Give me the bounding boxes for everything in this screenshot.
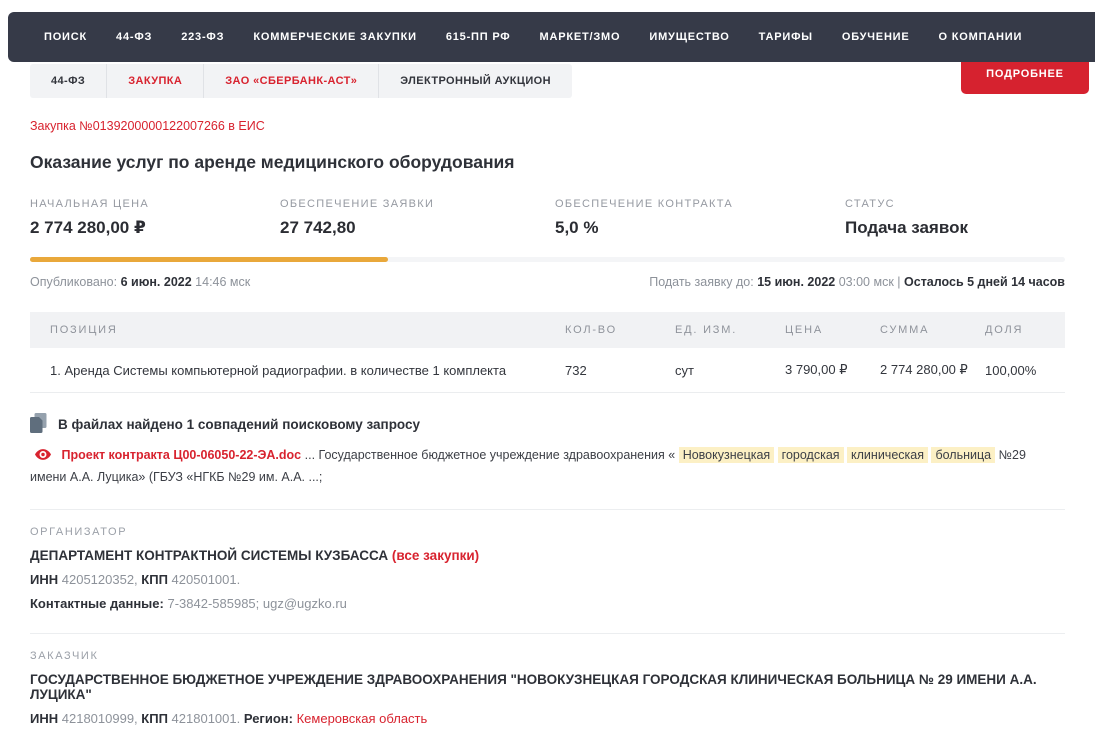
file-match-line: Проект контракта Ц00-06050-22-ЭА.doc ...…	[30, 445, 1065, 487]
stat-contract-security: ОБЕСПЕЧЕНИЕ КОНТРАКТА 5,0 %	[555, 198, 845, 238]
cell-unit: сут	[675, 348, 785, 393]
status-badge: Подача заявок	[845, 218, 1065, 238]
column-header-price: ЦЕНА	[785, 312, 880, 348]
cell-price: 3 790,00 ₽	[785, 348, 880, 393]
column-header-unit: ЕД. ИЗМ.	[675, 312, 785, 348]
organizer-section: ОРГАНИЗАТОР ДЕПАРТАМЕНТ КОНТРАКТНОЙ СИСТ…	[30, 526, 1065, 611]
stat-status: СТАТУС Подача заявок	[845, 198, 1065, 238]
highlighted-word: клиническая	[847, 447, 928, 463]
organizer-contacts: Контактные данные: 7-3842-585985; ugz@ug…	[30, 596, 1065, 611]
column-header-quantity: КОЛ-ВО	[565, 312, 675, 348]
nav-item-tariffs[interactable]: ТАРИФЫ	[759, 31, 813, 43]
cell-share: 100,00%	[985, 348, 1065, 393]
cell-sum: 2 774 280,00 ₽	[880, 348, 985, 393]
tag-44fz[interactable]: 44-ФЗ	[30, 64, 106, 98]
tag-platform-sberbank-ast[interactable]: ЗАО «СБЕРБАНК-АСТ»	[203, 64, 378, 98]
purchase-eis-link[interactable]: Закупка №0139200000122007266 в ЕИС	[30, 119, 265, 133]
customer-name: ГОСУДАРСТВЕННОЕ БЮДЖЕТНОЕ УЧРЕЖДЕНИЕ ЗДР…	[30, 672, 1065, 702]
published-info: Опубликовано: 6 июн. 2022 14:46 мск	[30, 275, 250, 289]
files-match-text: В файлах найдено 1 совпадений поисковому…	[58, 417, 420, 432]
region-link[interactable]: Кемеровская область	[297, 711, 428, 726]
positions-table: ПОЗИЦИЯ КОЛ-ВО ЕД. ИЗМ. ЦЕНА СУММА ДОЛЯ …	[30, 312, 1065, 393]
highlighted-word: больница	[931, 447, 995, 463]
column-header-share: ДОЛЯ	[985, 312, 1065, 348]
customer-section-label: ЗАКАЗЧИК	[30, 650, 1065, 662]
dates-row: Опубликовано: 6 июн. 2022 14:46 мск Пода…	[30, 275, 1065, 289]
highlighted-word: городская	[778, 447, 844, 463]
stats-row: НАЧАЛЬНАЯ ЦЕНА 2 774 280,00 ₽ ОБЕСПЕЧЕНИ…	[30, 198, 1065, 238]
copy-pages-icon	[30, 413, 47, 436]
column-header-position: ПОЗИЦИЯ	[30, 312, 565, 348]
stat-label: СТАТУС	[845, 198, 1065, 210]
nav-item-market-zmo[interactable]: МАРКЕТ/ЗМО	[540, 31, 621, 43]
nav-item-search[interactable]: ПОИСК	[44, 31, 87, 43]
cell-position: 1. Аренда Системы компьютерной радиограф…	[30, 348, 565, 393]
stat-value: 27 742,80	[280, 218, 555, 238]
tags-bar: 44-ФЗ ЗАКУПКА ЗАО «СБЕРБАНК-АСТ» ЭЛЕКТРО…	[30, 64, 572, 98]
highlighted-word: Новокузнецкая	[679, 447, 775, 463]
column-header-sum: СУММА	[880, 312, 985, 348]
customer-inn-kpp-region: ИНН 4218010999, КПП 421801001. Регион: К…	[30, 711, 1065, 726]
table-header-row: ПОЗИЦИЯ КОЛ-ВО ЕД. ИЗМ. ЦЕНА СУММА ДОЛЯ	[30, 312, 1065, 348]
page: ПОИСК 44-ФЗ 223-ФЗ КОММЕРЧЕСКИЕ ЗАКУПКИ …	[0, 0, 1095, 736]
organizer-name: ДЕПАРТАМЕНТ КОНТРАКТНОЙ СИСТЕМЫ КУЗБАССА…	[30, 548, 1065, 563]
section-divider	[30, 633, 1065, 634]
nav-item-commercial[interactable]: КОММЕРЧЕСКИЕ ЗАКУПКИ	[253, 31, 417, 43]
stat-value: 5,0 %	[555, 218, 845, 238]
progress-bar	[30, 257, 1065, 262]
progress-fill	[30, 257, 388, 262]
stat-initial-price: НАЧАЛЬНАЯ ЦЕНА 2 774 280,00 ₽	[30, 198, 280, 238]
nav-item-about[interactable]: О КОМПАНИИ	[939, 31, 1023, 43]
organizer-section-label: ОРГАНИЗАТОР	[30, 526, 1065, 538]
top-navigation: ПОИСК 44-ФЗ 223-ФЗ КОММЕРЧЕСКИЕ ЗАКУПКИ …	[8, 12, 1095, 62]
files-match-header: В файлах найдено 1 совпадений поисковому…	[30, 413, 1065, 436]
stat-bid-security: ОБЕСПЕЧЕНИЕ ЗАЯВКИ 27 742,80	[280, 198, 555, 238]
tag-electronic-auction[interactable]: ЭЛЕКТРОННЫЙ АУКЦИОН	[378, 64, 572, 98]
deadline-info: Подать заявку до: 15 июн. 2022 03:00 мск…	[649, 275, 1065, 289]
stat-label: НАЧАЛЬНАЯ ЦЕНА	[30, 198, 280, 210]
stat-label: ОБЕСПЕЧЕНИЕ КОНТРАКТА	[555, 198, 845, 210]
nav-item-44fz[interactable]: 44-ФЗ	[116, 31, 152, 43]
table-row: 1. Аренда Системы компьютерной радиограф…	[30, 348, 1065, 393]
section-divider	[30, 509, 1065, 510]
organizer-inn-kpp: ИНН 4205120352, КПП 420501001.	[30, 572, 1065, 587]
stat-value: 2 774 280,00 ₽	[30, 218, 280, 238]
all-purchases-link[interactable]: (все закупки)	[392, 548, 479, 563]
tag-purchase[interactable]: ЗАКУПКА	[106, 64, 203, 98]
snippet-before: ... Государственное бюджетное учреждение…	[305, 448, 676, 462]
nav-item-property[interactable]: ИМУЩЕСТВО	[649, 31, 729, 43]
nav-item-223fz[interactable]: 223-ФЗ	[181, 31, 224, 43]
cell-quantity: 732	[565, 348, 675, 393]
purchase-title: Оказание услуг по аренде медицинского об…	[30, 152, 1065, 173]
nav-item-615pp[interactable]: 615-ПП РФ	[446, 31, 511, 43]
stat-label: ОБЕСПЕЧЕНИЕ ЗАЯВКИ	[280, 198, 555, 210]
file-link[interactable]: Проект контракта Ц00-06050-22-ЭА.doc	[61, 448, 301, 462]
eye-icon[interactable]	[35, 449, 54, 463]
customer-section: ЗАКАЗЧИК ГОСУДАРСТВЕННОЕ БЮДЖЕТНОЕ УЧРЕЖ…	[30, 650, 1065, 736]
files-match-section: В файлах найдено 1 совпадений поисковому…	[30, 413, 1065, 487]
nav-item-training[interactable]: ОБУЧЕНИЕ	[842, 31, 910, 43]
